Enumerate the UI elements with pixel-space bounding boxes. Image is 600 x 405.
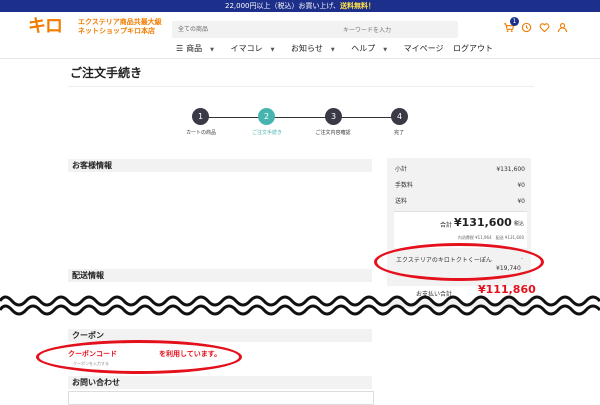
announcement-bar: 22,000円以上（税込）お買い上げ、送料無料！ [0, 0, 600, 12]
subtotal-value: ¥131,600 [496, 166, 525, 173]
tax-label: 税込 [513, 221, 524, 227]
announcement-text: 22,000円以上（税込）お買い上げ、 [224, 2, 340, 10]
step-1: 1 [192, 108, 209, 125]
cart-icon[interactable]: 1 [502, 17, 519, 36]
logo-tagline-2: ネットショップキロ本店 [78, 27, 155, 35]
step-label-1: カートの商品 [185, 130, 217, 136]
step-4: 4 [391, 108, 408, 125]
main-nav: ☰ 商品 ▼ イマコレ ▼ お知らせ ▼ ヘルプ ▼ マイページ ログアウト [176, 43, 500, 55]
site-header: キロ エクステリア商品共最大級 ネットショップキロ本店 全ての商品 1 [0, 12, 600, 42]
step-3: 3 [325, 108, 342, 125]
logo-tagline: エクステリア商品共最大級 ネットショップキロ本店 [78, 18, 162, 36]
highlight-ellipse-discount [374, 243, 544, 281]
search-input[interactable] [280, 22, 454, 39]
nav-label: ヘルプ [351, 44, 376, 53]
nav-item-mypage[interactable]: マイページ [404, 44, 444, 53]
step-label-2: ご注文手続き [251, 130, 283, 136]
nav-item-imakore[interactable]: イマコレ ▼ [231, 44, 282, 53]
step-2: 2 [258, 108, 275, 125]
logo[interactable]: キロ [28, 18, 63, 36]
chevron-down-icon: ▼ [210, 47, 215, 53]
title-divider [68, 86, 534, 87]
stepper-line [201, 117, 399, 118]
chevron-down-icon: ▼ [383, 47, 388, 53]
nav-item-news[interactable]: お知らせ ▼ [291, 44, 342, 53]
nav-label: 商品 [186, 44, 203, 53]
subtotal-label: 小計 [395, 166, 408, 173]
nav-item-help[interactable]: ヘルプ ▼ [351, 44, 394, 53]
history-icon[interactable] [520, 22, 532, 36]
logo-tagline-1: エクステリア商品共最大級 [78, 18, 162, 26]
heart-icon[interactable] [538, 22, 550, 36]
payment-total-label: お支払い合計 [416, 291, 453, 298]
subtotal-row: 小計 ¥131,600 [395, 166, 525, 174]
step-label-3: ご注文内容確認 [315, 130, 351, 136]
total-label: 合計 [440, 222, 453, 229]
chevron-down-icon: ▼ [330, 47, 335, 53]
fee-row: 手数料 ¥0 [395, 182, 525, 190]
nav-item-products[interactable]: ☰ 商品 ▼ [176, 44, 221, 53]
user-icon[interactable] [556, 22, 568, 36]
inquiry-heading: お問い合わせ [68, 376, 372, 389]
payment-total-value: ¥111,860 [478, 283, 536, 296]
page-title: ご注文手続き [70, 66, 143, 80]
header-divider [0, 58, 600, 59]
shipping-row: 送料 ¥0 [395, 198, 525, 206]
search-bar: 全ての商品 [172, 21, 458, 39]
fee-value: ¥0 [517, 182, 525, 189]
step-label-4: 完了 [393, 130, 405, 136]
nav-label: イマコレ [230, 44, 263, 53]
menu-icon: ☰ [176, 44, 184, 53]
fee-label: 手数料 [395, 182, 414, 189]
customer-info-heading: お客様情報 [68, 159, 372, 172]
search-category-select[interactable]: 全ての商品 [178, 21, 278, 38]
highlight-ellipse-coupon [36, 340, 242, 374]
chevron-down-icon: ▼ [270, 47, 275, 53]
total-value: ¥131,600 [454, 216, 512, 229]
nav-item-logout[interactable]: ログアウト [453, 44, 493, 53]
cart-badge: 1 [510, 17, 519, 26]
inquiry-textarea[interactable] [68, 391, 374, 405]
announcement-highlight: 送料無料！ [340, 2, 375, 10]
total-subnote: 内消費税 ¥11,964 配送 ¥131,600 [457, 235, 524, 240]
shipping-value: ¥0 [517, 198, 525, 205]
nav-label: お知らせ [290, 44, 323, 53]
shipping-info-heading: 配送情報 [68, 269, 372, 282]
shipping-label: 送料 [395, 198, 408, 205]
